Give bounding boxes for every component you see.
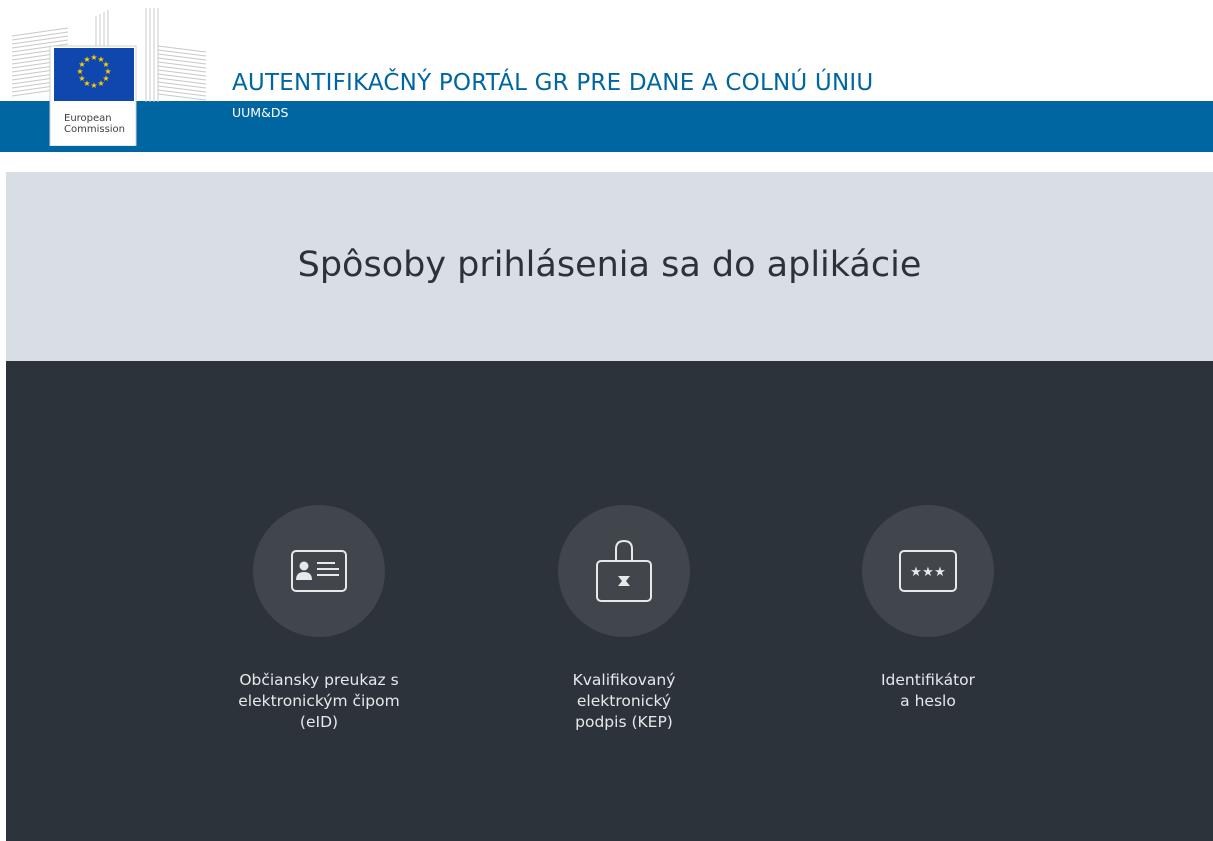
logo-text-line2: Commission (64, 124, 126, 135)
option-label-line: Kvalifikovaný (572, 671, 676, 689)
option-icon-circle[interactable]: ★ ★ ★ (862, 505, 994, 637)
site-header: ★ ★ ★ ★ ★ ★ ★ ★ ★ ★ ★ ★ European Commiss… (0, 0, 1213, 152)
svg-text:★: ★ (910, 565, 922, 580)
option-label[interactable]: Identifikátor a heslo (808, 670, 1048, 712)
password-icon: ★ ★ ★ (899, 550, 957, 592)
option-label-line: elektronický (576, 692, 672, 710)
portal-title: AUTENTIFIKAČNÝ PORTÁL GR PRE DANE A COLN… (232, 70, 874, 96)
option-label-line: podpis (KEP) (575, 713, 673, 731)
european-commission-logo[interactable]: ★ ★ ★ ★ ★ ★ ★ ★ ★ ★ ★ ★ European Commiss… (8, 6, 208, 147)
logo-text: European Commission (64, 113, 125, 135)
svg-text:★: ★ (97, 79, 104, 88)
option-label-line: a heslo (900, 692, 956, 710)
login-option-kep[interactable]: Kvalifikovaný elektronický podpis (KEP) (504, 505, 744, 733)
logo-text-line1: European (64, 113, 112, 124)
signature-lock-icon (596, 539, 652, 602)
login-option-password[interactable]: ★ ★ ★ Identifikátor a heslo (808, 505, 1048, 712)
option-label-line: (eID) (299, 713, 339, 731)
option-icon-circle[interactable] (558, 505, 690, 637)
portal-subtitle: UUM&DS (232, 105, 289, 120)
title-section: Spôsoby prihlásenia sa do aplikácie (6, 172, 1213, 361)
option-label-line: Občiansky preukaz s (239, 671, 399, 689)
id-card-icon (291, 550, 347, 592)
svg-text:★: ★ (934, 565, 946, 580)
option-label-line: elektronickým čipom (238, 692, 400, 710)
svg-text:★: ★ (90, 81, 97, 90)
option-label[interactable]: Kvalifikovaný elektronický podpis (KEP) (504, 670, 744, 733)
login-option-eid[interactable]: Občiansky preukaz s elektronickým čipom … (199, 505, 439, 733)
svg-text:★: ★ (83, 55, 90, 64)
login-options-section: Občiansky preukaz s elektronickým čipom … (6, 361, 1213, 841)
page-title: Spôsoby prihlásenia sa do aplikácie (297, 245, 922, 285)
option-label[interactable]: Občiansky preukaz s elektronickým čipom … (199, 670, 439, 733)
svg-text:★: ★ (922, 565, 934, 580)
option-icon-circle[interactable] (253, 505, 385, 637)
option-label-line: Identifikátor (880, 671, 976, 689)
